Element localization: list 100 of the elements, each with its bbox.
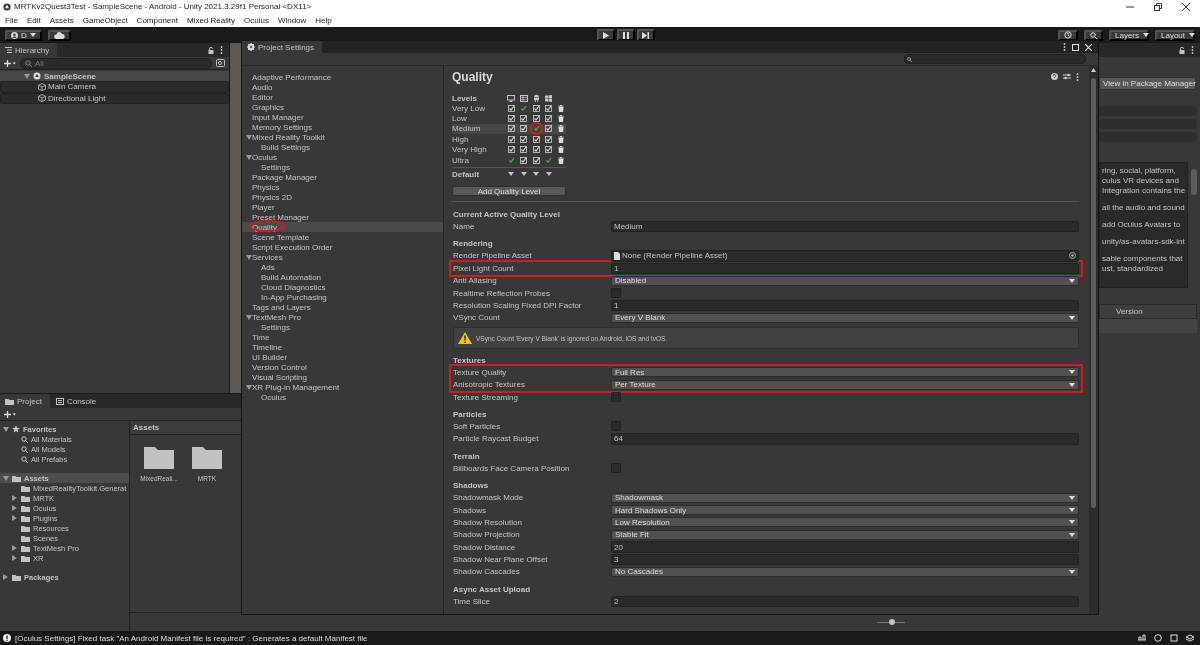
sidebar-item[interactable]: Mixed Reality Toolkit <box>242 132 443 142</box>
progress-icon[interactable] <box>1154 634 1162 642</box>
expanded-arrow-icon[interactable] <box>2 426 9 432</box>
breadcrumb[interactable]: Assets <box>133 423 160 432</box>
menu-item[interactable]: Oculus <box>244 15 269 25</box>
sidebar-item[interactable]: UI Builder <box>242 352 443 362</box>
sidebar-item[interactable]: Oculus <box>242 152 443 162</box>
hierarchy-tab[interactable]: Hierarchy <box>0 43 58 57</box>
trash-icon[interactable] <box>558 125 565 133</box>
add-quality-level-button[interactable]: Add Quality Level <box>452 186 566 197</box>
dropdown[interactable]: Shadowmask <box>611 492 1079 503</box>
input-field[interactable]: 1 <box>611 299 1079 312</box>
network-icon[interactable] <box>1138 634 1146 641</box>
menu-item[interactable]: Edit <box>26 15 41 25</box>
trash-icon[interactable] <box>558 146 565 154</box>
scene-row[interactable]: SampleScene <box>0 71 229 81</box>
step-button[interactable] <box>636 29 655 41</box>
sidebar-item[interactable]: Visual Scripting <box>242 372 443 382</box>
dropdown[interactable]: Disabled <box>611 275 1079 286</box>
sidebar-item[interactable]: Time <box>242 332 443 342</box>
expanded-arrow-icon[interactable] <box>24 73 30 79</box>
quality-level-row[interactable]: Very High <box>452 144 566 155</box>
dropdown[interactable]: Every V Blank <box>611 312 1079 323</box>
package-manager-button[interactable]: View in Package Manager <box>1099 77 1196 90</box>
menu-item[interactable]: File <box>5 15 18 25</box>
scene-search-icon[interactable] <box>216 59 225 67</box>
lock-icon[interactable] <box>1179 46 1185 54</box>
sidebar-item[interactable]: In-App Purchasing <box>242 292 443 302</box>
checkbox[interactable] <box>532 125 540 133</box>
sidebar-item[interactable]: Ads <box>242 262 443 272</box>
input-field[interactable]: Medium <box>611 220 1079 233</box>
layers-icon[interactable] <box>1186 634 1194 642</box>
more-icon[interactable] <box>220 46 223 54</box>
slider-thumb[interactable] <box>889 619 896 625</box>
target-icon[interactable] <box>1069 252 1076 260</box>
debug-icon[interactable] <box>1170 634 1178 642</box>
hierarchy-item[interactable]: Main Camera <box>0 81 229 93</box>
search-field[interactable] <box>904 54 1086 64</box>
account-button[interactable]: D <box>5 29 42 41</box>
folder-icon[interactable] <box>144 445 174 469</box>
expanded-arrow-icon[interactable] <box>245 254 252 260</box>
sidebar-item[interactable]: Package Manager <box>242 172 443 182</box>
input-field[interactable]: 3 <box>611 553 1079 566</box>
scroll-up-icon[interactable] <box>1091 68 1096 72</box>
more-icon[interactable] <box>1063 43 1066 51</box>
quality-level-row[interactable]: Ultra <box>452 154 566 166</box>
collapsed-arrow-icon[interactable] <box>12 545 17 551</box>
dropdown[interactable]: No Cascades <box>611 566 1079 577</box>
object-field[interactable]: None (Render Pipeline Asset) <box>611 250 1079 262</box>
sidebar-item[interactable]: Settings <box>242 322 443 332</box>
sidebar-item[interactable]: TextMesh Pro <box>242 312 443 322</box>
window-tab[interactable]: Project Settings <box>242 41 323 53</box>
help-icon[interactable] <box>1051 73 1058 80</box>
input-field[interactable]: 1 <box>611 262 1079 275</box>
sidebar-item[interactable]: Cloud Diagnostics <box>242 282 443 292</box>
menu-item[interactable]: Help <box>315 15 332 25</box>
panel-tab[interactable]: Project <box>0 394 50 408</box>
sidebar-item[interactable]: Input Manager <box>242 112 443 122</box>
sidebar-item[interactable]: Editor <box>242 92 443 102</box>
checkbox[interactable] <box>545 156 553 164</box>
sidebar-item[interactable]: Build Automation <box>242 272 443 282</box>
sidebar-item[interactable]: Oculus <box>242 392 443 402</box>
menu-item[interactable]: Mixed Reality <box>186 15 235 25</box>
sidebar-item[interactable]: Scene Template <box>242 232 443 242</box>
add-icon[interactable] <box>4 59 16 67</box>
checkbox[interactable] <box>611 392 621 403</box>
input-field[interactable]: 2 <box>611 595 1079 608</box>
collapsed-arrow-icon[interactable] <box>3 574 8 580</box>
dropdown[interactable]: Full Res <box>611 367 1079 378</box>
expanded-arrow-icon[interactable] <box>245 154 252 160</box>
sidebar-item[interactable]: Audio <box>242 82 443 92</box>
quality-level-row[interactable]: High <box>452 134 566 145</box>
play-button[interactable] <box>596 29 615 41</box>
sidebar-item[interactable]: Timeline <box>242 342 443 352</box>
dropdown[interactable]: Hard Shadows Only <box>611 505 1079 515</box>
add-icon[interactable] <box>4 410 16 418</box>
dropdown[interactable]: Per Texture <box>611 379 1079 390</box>
sidebar-item[interactable]: Adaptive Performance <box>242 72 443 82</box>
expanded-arrow-icon[interactable] <box>2 475 9 481</box>
sidebar-item[interactable]: Tags and Layers <box>242 302 443 312</box>
quality-level-row[interactable]: Low <box>452 113 566 124</box>
pause-button[interactable] <box>616 29 635 41</box>
trash-icon[interactable] <box>558 115 565 123</box>
checkbox[interactable] <box>507 156 515 164</box>
trash-icon[interactable] <box>558 104 565 112</box>
sidebar-item[interactable]: XR Plug-in Management <box>242 382 443 392</box>
sidebar-item[interactable]: Script Execution Order <box>242 242 443 252</box>
folder-icon[interactable] <box>192 445 222 469</box>
scrollbar-thumb[interactable] <box>1091 78 1096 508</box>
sidebar-item[interactable]: Services <box>242 252 443 262</box>
sidebar-item[interactable]: Build Settings <box>242 142 443 152</box>
maximize-icon[interactable] <box>1072 43 1079 51</box>
cloud-button[interactable] <box>47 29 71 41</box>
sidebar-item[interactable]: Settings <box>242 162 443 172</box>
collapsed-arrow-icon[interactable] <box>12 515 17 521</box>
more-icon[interactable] <box>1076 72 1079 81</box>
sidebar-item[interactable]: Player <box>242 202 443 212</box>
column-header[interactable]: Version <box>1099 304 1197 319</box>
sidebar-item[interactable]: Physics <box>242 182 443 192</box>
sidebar-item[interactable]: Version Control <box>242 362 443 372</box>
